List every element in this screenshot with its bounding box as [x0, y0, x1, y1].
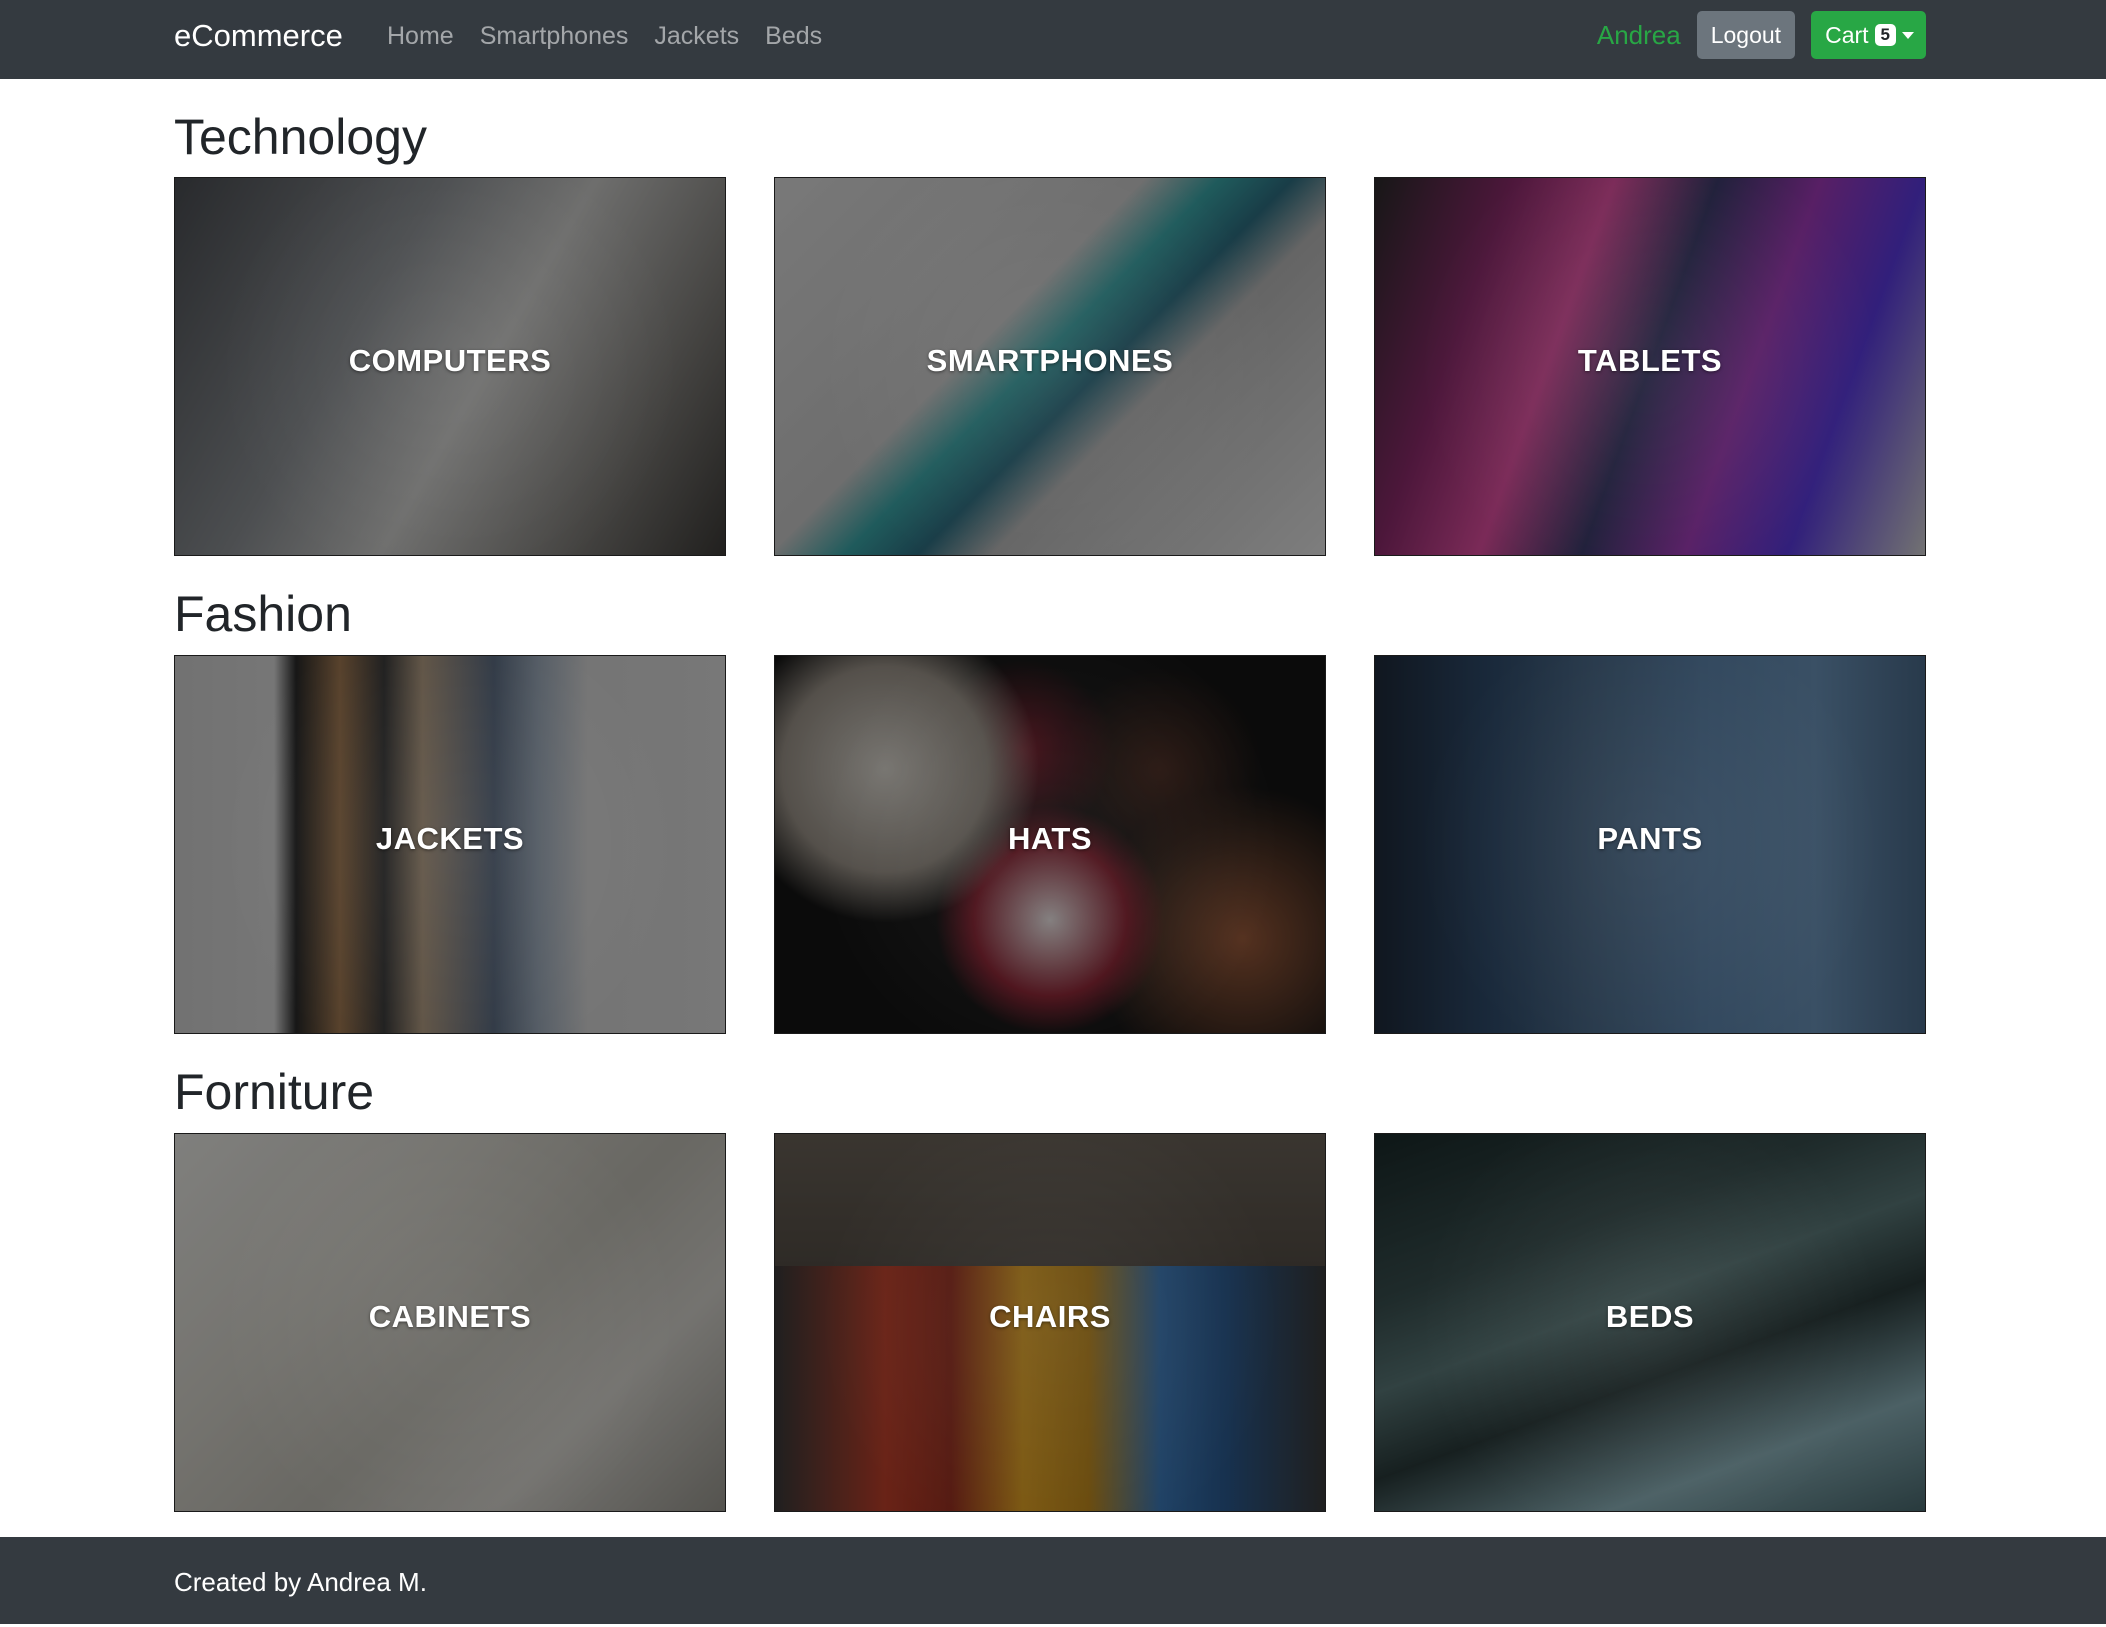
category-card-jackets[interactable]: JACKETS	[174, 655, 726, 1034]
category-card-cabinets[interactable]: CABINETS	[174, 1133, 726, 1512]
page-footer: Created by Andrea M.	[0, 1537, 2106, 1624]
section-title-forniture: Forniture	[174, 1064, 375, 1120]
nav-link-home[interactable]: Home	[387, 0, 454, 72]
brand-link[interactable]: eCommerce	[174, 0, 343, 72]
category-card-computers[interactable]: COMPUTERS	[174, 177, 726, 556]
nav-user-area: Andrea Logout Cart 5	[1597, 11, 1926, 59]
card-label-hats: HATS	[1007, 820, 1093, 856]
card-label-computers: COMPUTERS	[348, 342, 552, 378]
cart-dropdown-button[interactable]: Cart 5	[1811, 11, 1926, 59]
logout-button[interactable]: Logout	[1696, 11, 1796, 59]
nav-link-jackets[interactable]: Jackets	[654, 0, 739, 72]
card-label-chairs: CHAIRS	[989, 1298, 1111, 1334]
section-title-fashion: Fashion	[174, 586, 352, 642]
cart-label: Cart	[1825, 21, 1869, 48]
card-label-pants: PANTS	[1597, 820, 1703, 856]
caret-down-icon	[1902, 31, 1914, 39]
category-card-hats[interactable]: HATS	[774, 655, 1326, 1034]
card-label-jackets: JACKETS	[375, 820, 525, 856]
card-label-cabinets: CABINETS	[368, 1298, 532, 1334]
category-card-tablets[interactable]: TABLETS	[1374, 177, 1926, 556]
card-label-beds: BEDS	[1605, 1298, 1695, 1334]
category-card-beds[interactable]: BEDS	[1374, 1133, 1926, 1512]
top-navbar: eCommerce Home Smartphones Jackets Beds …	[0, 0, 2106, 79]
card-label-tablets: TABLETS	[1577, 342, 1723, 378]
card-label-smartphones: SMARTPHONES	[926, 342, 1174, 378]
category-card-chairs[interactable]: CHAIRS	[774, 1133, 1326, 1512]
nav-link-smartphones[interactable]: Smartphones	[480, 0, 629, 72]
nav-links: Home Smartphones Jackets Beds	[387, 0, 848, 72]
category-card-smartphones[interactable]: SMARTPHONES	[774, 177, 1326, 556]
footer-credit: Created by Andrea M.	[174, 1567, 427, 1597]
cart-count-badge: 5	[1874, 24, 1896, 46]
section-title-technology: Technology	[174, 109, 427, 165]
category-card-pants[interactable]: PANTS	[1374, 655, 1926, 1034]
username-label: Andrea	[1596, 20, 1681, 50]
nav-link-beds[interactable]: Beds	[765, 0, 822, 72]
